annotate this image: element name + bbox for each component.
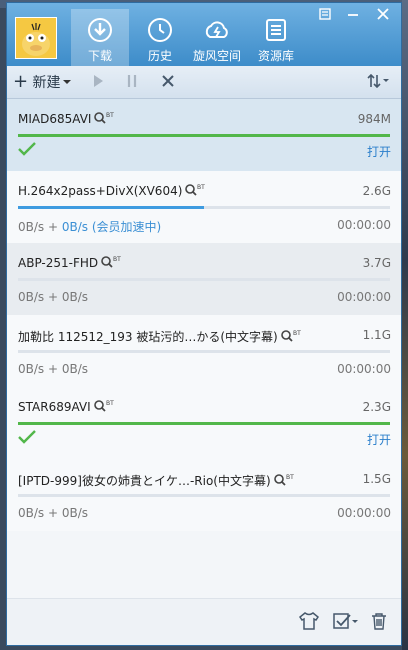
skin-shirt-icon[interactable] [298, 612, 320, 634]
download-item[interactable]: STAR689AVI BT 2.3G 打开 [7, 387, 401, 459]
close-icon[interactable] [373, 7, 393, 25]
download-speed: 0B/s + 0B/s (会员加速中) [18, 220, 162, 234]
download-item[interactable]: MIAD685AVI BT 984M 打开 [7, 99, 401, 171]
download-speed: 0B/s + 0B/s [18, 290, 89, 304]
progress-bar [18, 134, 390, 137]
tab-library-label: 资源库 [257, 49, 294, 63]
new-task-button[interactable]: + 新建 [13, 66, 61, 98]
bt-search-icon: BT [273, 474, 294, 486]
plus-icon: + [13, 71, 29, 92]
play-icon [94, 75, 103, 87]
trash-icon[interactable] [371, 612, 387, 634]
progress-fill [18, 134, 390, 137]
open-file-link[interactable]: 打开 [367, 431, 391, 448]
bt-search-icon: BT [280, 330, 301, 342]
delete-button[interactable] [161, 66, 175, 98]
history-icon [148, 18, 172, 42]
file-name: MIAD685AVI BT [18, 112, 115, 126]
tab-library[interactable]: 资源库 [247, 9, 305, 66]
svg-text:BT: BT [197, 184, 205, 191]
bt-search-icon: BT [101, 256, 121, 268]
new-task-label: 新建 [32, 75, 61, 91]
tab-history[interactable]: 历史 [131, 9, 189, 66]
tab-cloud-space-label: 旋风空间 [192, 49, 241, 63]
download-speed: 0B/s + 0B/s [18, 362, 89, 376]
download-manager-window: 下载 历史 旋风空间 资源库 + 新建 MIAD685AVI BT 984M 打… [6, 2, 402, 646]
pause-button[interactable] [125, 66, 139, 98]
download-item[interactable]: H.264x2pass+DivX(XV604) BT 2.6G 0B/s + 0B… [7, 171, 401, 243]
avatar[interactable] [15, 17, 57, 59]
svg-text:BT: BT [106, 112, 114, 119]
file-name: [IPTD-999]彼女の姉貴とイケ…-Rio(中文字幕) BT [18, 474, 294, 488]
cloud-icon [205, 21, 228, 38]
file-size: 2.6G [362, 184, 391, 198]
progress-bar [18, 206, 390, 209]
completed-check-icon [18, 429, 36, 449]
sort-icon [367, 73, 389, 89]
skin-icon[interactable] [315, 7, 335, 25]
tab-download-label: 下载 [87, 49, 112, 63]
title-bar: 下载 历史 旋风空间 资源库 [7, 3, 401, 66]
tab-history-label: 历史 [147, 49, 172, 63]
start-button[interactable] [91, 66, 105, 98]
remaining-time: 00:00:00 [337, 362, 391, 376]
svg-text:BT: BT [106, 400, 114, 407]
progress-bar [18, 350, 390, 353]
completed-check-icon [18, 141, 36, 161]
progress-bar [18, 278, 390, 281]
file-name: H.264x2pass+DivX(XV604) BT [18, 184, 206, 198]
file-size: 3.7G [362, 256, 391, 270]
download-list: MIAD685AVI BT 984M 打开 H.264x2pass+DivX(XV… [7, 99, 401, 601]
new-task-dropdown[interactable] [63, 66, 71, 98]
file-name: STAR689AVI BT [18, 400, 114, 414]
remaining-time: 00:00:00 [337, 290, 391, 304]
batch-select-icon[interactable] [333, 612, 359, 634]
progress-bar [18, 494, 390, 497]
file-name: ABP-251-FHD BT [18, 256, 121, 270]
download-item[interactable]: [IPTD-999]彼女の姉貴とイケ…-Rio(中文字幕) BT 1.5G 0B/… [7, 459, 401, 531]
bt-search-icon: BT [93, 400, 114, 412]
bt-search-icon: BT [185, 184, 205, 196]
delete-x-icon [162, 75, 174, 87]
file-size: 1.5G [362, 472, 391, 486]
download-item[interactable]: ABP-251-FHD BT 3.7G 0B/s + 0B/s 00:00:00 [7, 243, 401, 315]
chevron-down-icon [63, 80, 71, 84]
file-size: 1.1G [362, 328, 391, 342]
progress-fill [18, 206, 204, 209]
pause-icon [127, 75, 137, 87]
file-name: 加勒比 112512_193 被玷污的…かる(中文字幕) BT [18, 330, 301, 344]
tab-download[interactable]: 下载 [71, 9, 129, 66]
vip-accel-text: 0B/s (会员加速中) [61, 220, 162, 234]
svg-text:BT: BT [293, 330, 301, 337]
desktop-background-right [402, 0, 408, 650]
download-item[interactable]: 加勒比 112512_193 被玷污的…かる(中文字幕) BT 1.1G 0B/s… [7, 315, 401, 387]
progress-fill [18, 422, 390, 425]
download-icon [88, 18, 112, 42]
minimize-icon[interactable] [343, 7, 363, 25]
toolbar: + 新建 [7, 66, 401, 99]
bt-search-icon: BT [94, 112, 114, 124]
progress-bar [18, 422, 390, 425]
tab-cloud-space[interactable]: 旋风空间 [187, 9, 247, 66]
open-file-link[interactable]: 打开 [367, 143, 391, 160]
library-icon [266, 19, 286, 41]
file-size: 2.3G [362, 400, 391, 414]
bottom-bar [7, 598, 401, 645]
download-speed: 0B/s + 0B/s [18, 506, 89, 520]
remaining-time: 00:00:00 [337, 218, 391, 232]
remaining-time: 00:00:00 [337, 506, 391, 520]
file-size: 984M [357, 112, 391, 126]
svg-text:BT: BT [286, 474, 294, 481]
sort-button[interactable] [367, 66, 389, 98]
svg-text:BT: BT [113, 256, 121, 263]
